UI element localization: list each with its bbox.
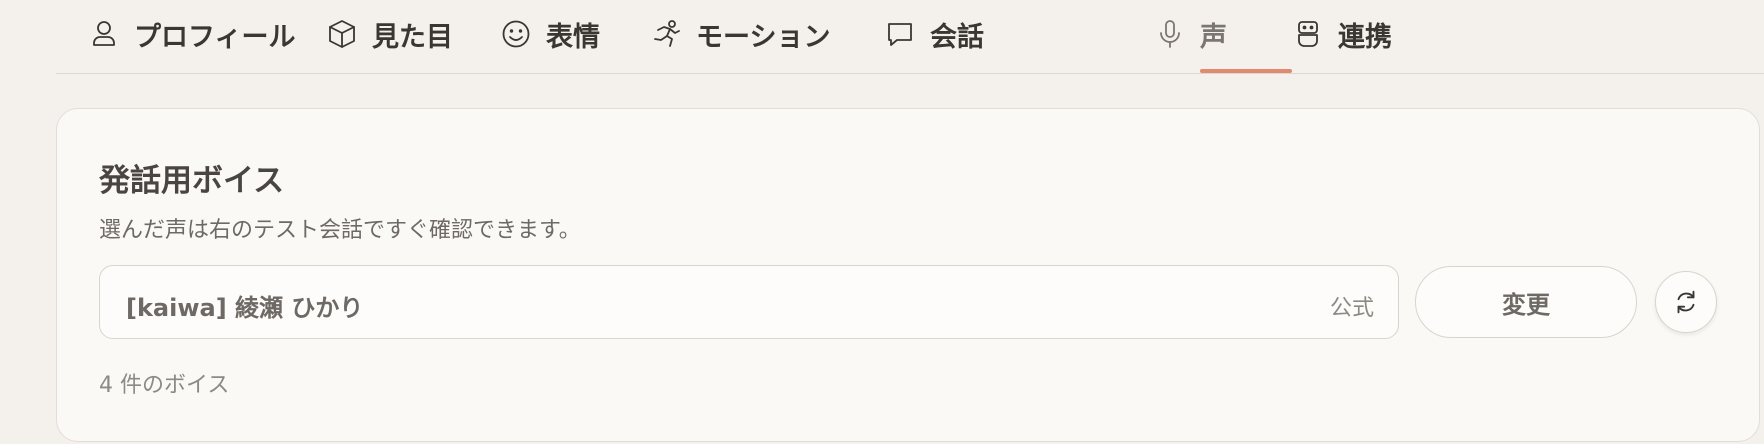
refresh-voices-button[interactable]	[1655, 271, 1717, 333]
section-description: 選んだ声は右のテスト会話ですぐ確認できます。	[99, 218, 581, 243]
voice-count: 4 件のボイス	[99, 373, 230, 398]
tab-label: モーション	[696, 21, 831, 53]
tab-bar: プロフィール 見た目 表情 モーション 会話 声 連携	[56, 0, 1764, 74]
section-title: 発話用ボイス	[99, 163, 285, 199]
tab-voice[interactable]: 声	[1154, 12, 1227, 56]
tab-conversation[interactable]: 会話	[884, 12, 984, 56]
user-icon	[88, 18, 120, 50]
voice-settings-card: 発話用ボイス 選んだ声は右のテスト会話ですぐ確認できます。 [kaiwa] 綾瀬…	[56, 108, 1760, 442]
tab-expression[interactable]: 表情	[500, 12, 600, 56]
change-voice-button[interactable]: 変更	[1415, 266, 1637, 338]
selected-voice-name: [kaiwa] 綾瀬 ひかり	[126, 294, 364, 322]
refresh-icon	[1671, 287, 1701, 317]
tab-label: プロフィール	[134, 21, 296, 53]
robot-icon	[1292, 18, 1324, 50]
microphone-icon	[1154, 18, 1186, 50]
tab-integration[interactable]: 連携	[1292, 12, 1392, 56]
voice-select-field[interactable]: [kaiwa] 綾瀬 ひかり 公式	[99, 265, 1399, 339]
cube-icon	[326, 18, 358, 50]
tab-label: 声	[1200, 21, 1227, 53]
running-icon	[650, 18, 682, 50]
official-badge: 公式	[1329, 296, 1374, 321]
tab-label: 連携	[1338, 21, 1392, 53]
tab-motion[interactable]: モーション	[650, 12, 830, 56]
tab-label: 表情	[546, 21, 600, 53]
smile-icon	[500, 18, 532, 50]
chat-bubble-icon	[884, 18, 916, 50]
tab-profile[interactable]: プロフィール	[88, 12, 295, 56]
tab-appearance[interactable]: 見た目	[326, 12, 453, 56]
tab-label: 見た目	[372, 21, 453, 53]
active-tab-indicator	[1200, 69, 1292, 73]
tab-label: 会話	[930, 21, 984, 53]
